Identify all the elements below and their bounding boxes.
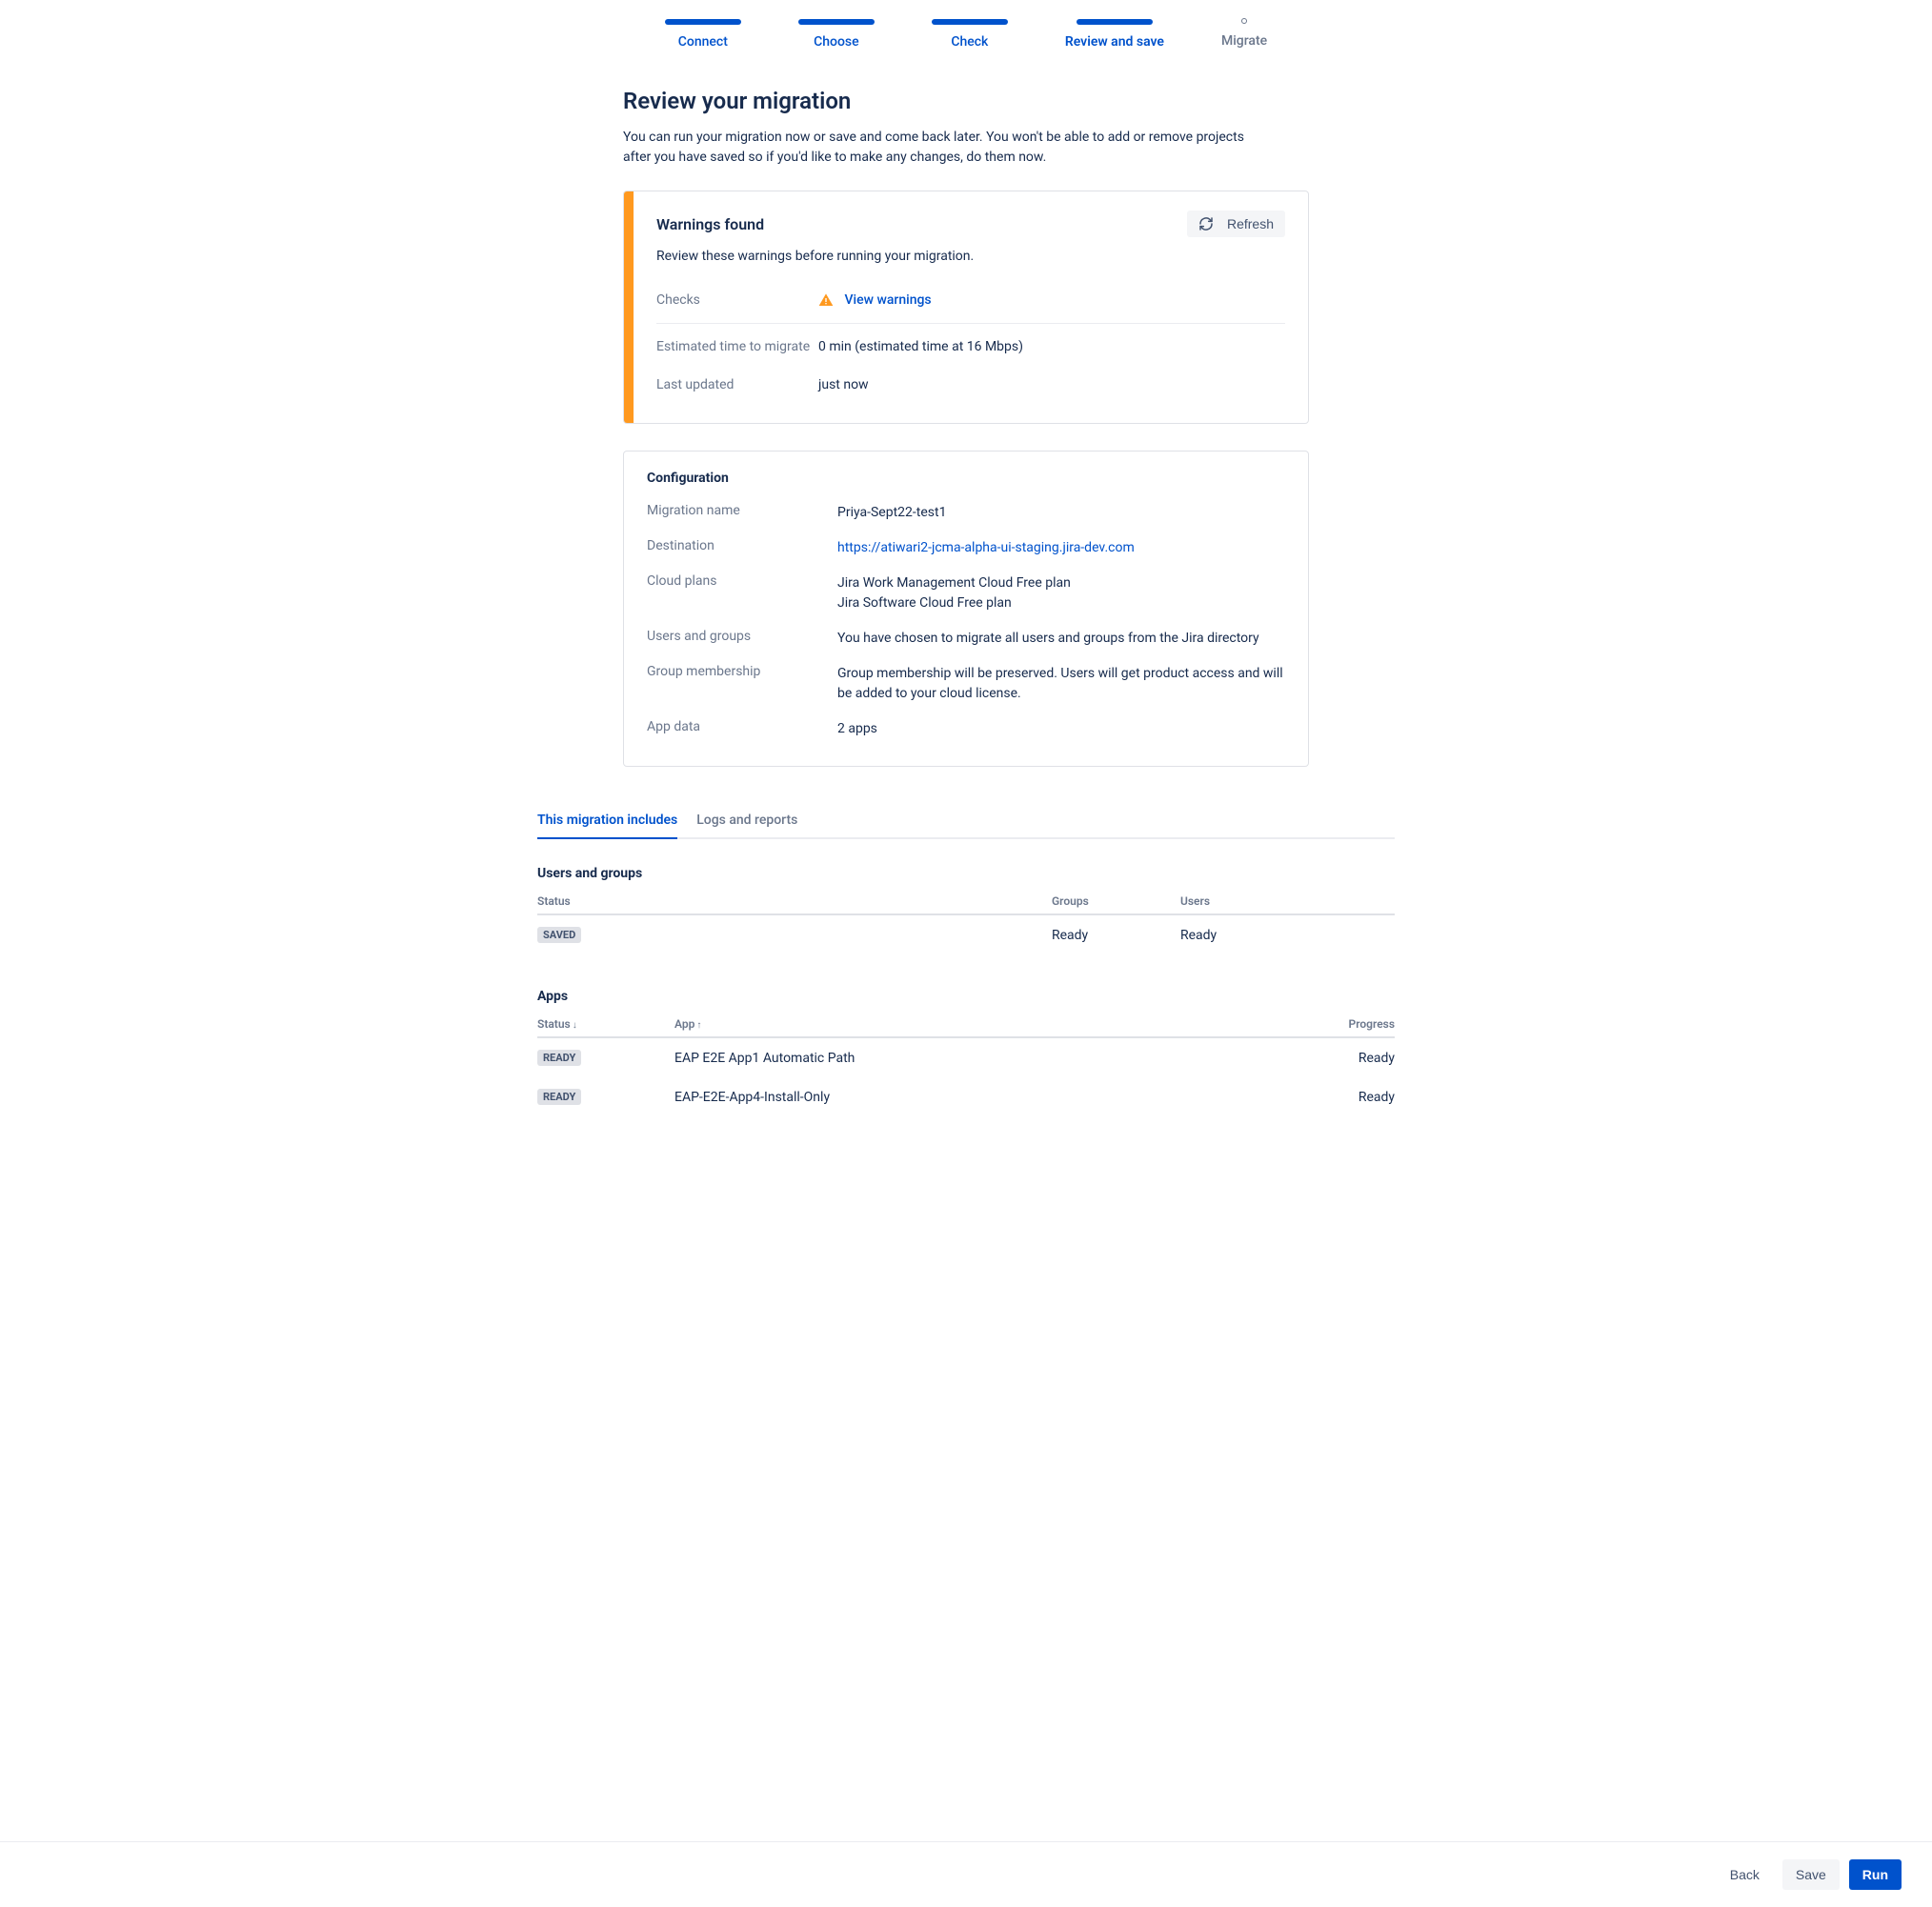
last-updated-label: Last updated — [656, 377, 818, 392]
apps-title: Apps — [537, 989, 1395, 1004]
step-connect[interactable]: Connect — [665, 19, 741, 50]
step-choose[interactable]: Choose — [798, 19, 875, 50]
config-cloud-plans-label: Cloud plans — [647, 573, 837, 589]
step-review[interactable]: Review and save — [1065, 19, 1164, 50]
warnings-panel: Warnings found Refresh Review these warn… — [623, 191, 1309, 424]
cell-progress: Ready — [1206, 1077, 1395, 1116]
config-group-membership-value: Group membership will be preserved. User… — [837, 664, 1285, 704]
cell-app: EAP E2E App1 Automatic Path — [674, 1037, 1206, 1077]
save-button[interactable]: Save — [1782, 1859, 1840, 1890]
checks-label: Checks — [656, 292, 818, 308]
refresh-label: Refresh — [1227, 216, 1274, 231]
step-label: Review and save — [1065, 34, 1164, 50]
refresh-button[interactable]: Refresh — [1187, 211, 1285, 237]
step-label: Connect — [678, 34, 728, 50]
step-label: Choose — [814, 34, 859, 50]
page-title: Review your migration — [623, 88, 1309, 114]
col-users: Users — [1180, 889, 1395, 914]
config-app-data-label: App data — [647, 719, 837, 734]
stepper: Connect Choose Check Review and save Mig… — [623, 0, 1309, 50]
footer: Back Save Run — [0, 1841, 1932, 1907]
estimated-time-label: Estimated time to migrate — [656, 339, 818, 354]
estimated-time-value: 0 min (estimated time at 16 Mbps) — [818, 339, 1023, 354]
config-users-groups-value: You have chosen to migrate all users and… — [837, 629, 1259, 649]
col-status: Status — [537, 889, 1052, 914]
warnings-title: Warnings found — [656, 215, 764, 233]
config-cloud-plans-value: Jira Work Management Cloud Free plan Jir… — [837, 573, 1071, 613]
step-bar — [798, 19, 875, 25]
tab-migration-includes[interactable]: This migration includes — [537, 805, 677, 839]
divider — [656, 323, 1285, 324]
status-badge: Saved — [537, 927, 581, 943]
page-description: You can run your migration now or save a… — [623, 128, 1271, 168]
run-button[interactable]: Run — [1849, 1859, 1902, 1890]
config-users-groups-label: Users and groups — [647, 629, 837, 644]
config-destination-label: Destination — [647, 538, 837, 553]
table-row: Ready EAP-E2E-App4-Install-Only Ready — [537, 1077, 1395, 1116]
step-label: Check — [951, 34, 988, 50]
sort-icon: ↑ — [696, 1020, 701, 1031]
configuration-title: Configuration — [647, 471, 1285, 486]
cell-groups: Ready — [1052, 914, 1180, 954]
apps-table: Status↓ App↑ Progress Ready EAP E2E App1… — [537, 1012, 1395, 1116]
sort-icon: ↓ — [573, 1020, 577, 1031]
users-groups-table: Status Groups Users Saved Ready Ready — [537, 889, 1395, 954]
step-label: Migrate — [1221, 33, 1267, 49]
status-badge: Ready — [537, 1089, 581, 1105]
tab-logs-reports[interactable]: Logs and reports — [696, 805, 797, 839]
step-check[interactable]: Check — [932, 19, 1008, 50]
configuration-panel: Configuration Migration name Priya-Sept2… — [623, 451, 1309, 767]
status-badge: Ready — [537, 1050, 581, 1066]
config-migration-name-value: Priya-Sept22-test1 — [837, 503, 946, 523]
table-row: Ready EAP E2E App1 Automatic Path Ready — [537, 1037, 1395, 1077]
tabs: This migration includes Logs and reports — [537, 805, 1395, 839]
config-group-membership-label: Group membership — [647, 664, 837, 679]
warning-icon — [818, 292, 834, 308]
step-bar — [932, 19, 1008, 25]
step-bar — [1077, 19, 1153, 25]
back-button[interactable]: Back — [1717, 1859, 1773, 1890]
config-migration-name-label: Migration name — [647, 503, 837, 518]
col-status[interactable]: Status↓ — [537, 1012, 674, 1037]
config-app-data-value: 2 apps — [837, 719, 877, 739]
table-row: Saved Ready Ready — [537, 914, 1395, 954]
panel-accent — [624, 191, 634, 423]
cell-app: EAP-E2E-App4-Install-Only — [674, 1077, 1206, 1116]
view-warnings-link[interactable]: View warnings — [844, 292, 931, 308]
cell-users: Ready — [1180, 914, 1395, 954]
step-dot — [1241, 18, 1247, 24]
warnings-subtitle: Review these warnings before running you… — [656, 249, 1285, 264]
cell-progress: Ready — [1206, 1037, 1395, 1077]
step-migrate: Migrate — [1221, 19, 1267, 49]
col-progress: Progress — [1206, 1012, 1395, 1037]
config-destination-link[interactable]: https://atiwari2-jcma-alpha-ui-staging.j… — [837, 540, 1135, 555]
col-app[interactable]: App↑ — [674, 1012, 1206, 1037]
users-groups-title: Users and groups — [537, 866, 1395, 881]
col-groups: Groups — [1052, 889, 1180, 914]
refresh-icon — [1198, 216, 1214, 231]
last-updated-value: just now — [818, 377, 869, 392]
step-bar — [665, 19, 741, 25]
